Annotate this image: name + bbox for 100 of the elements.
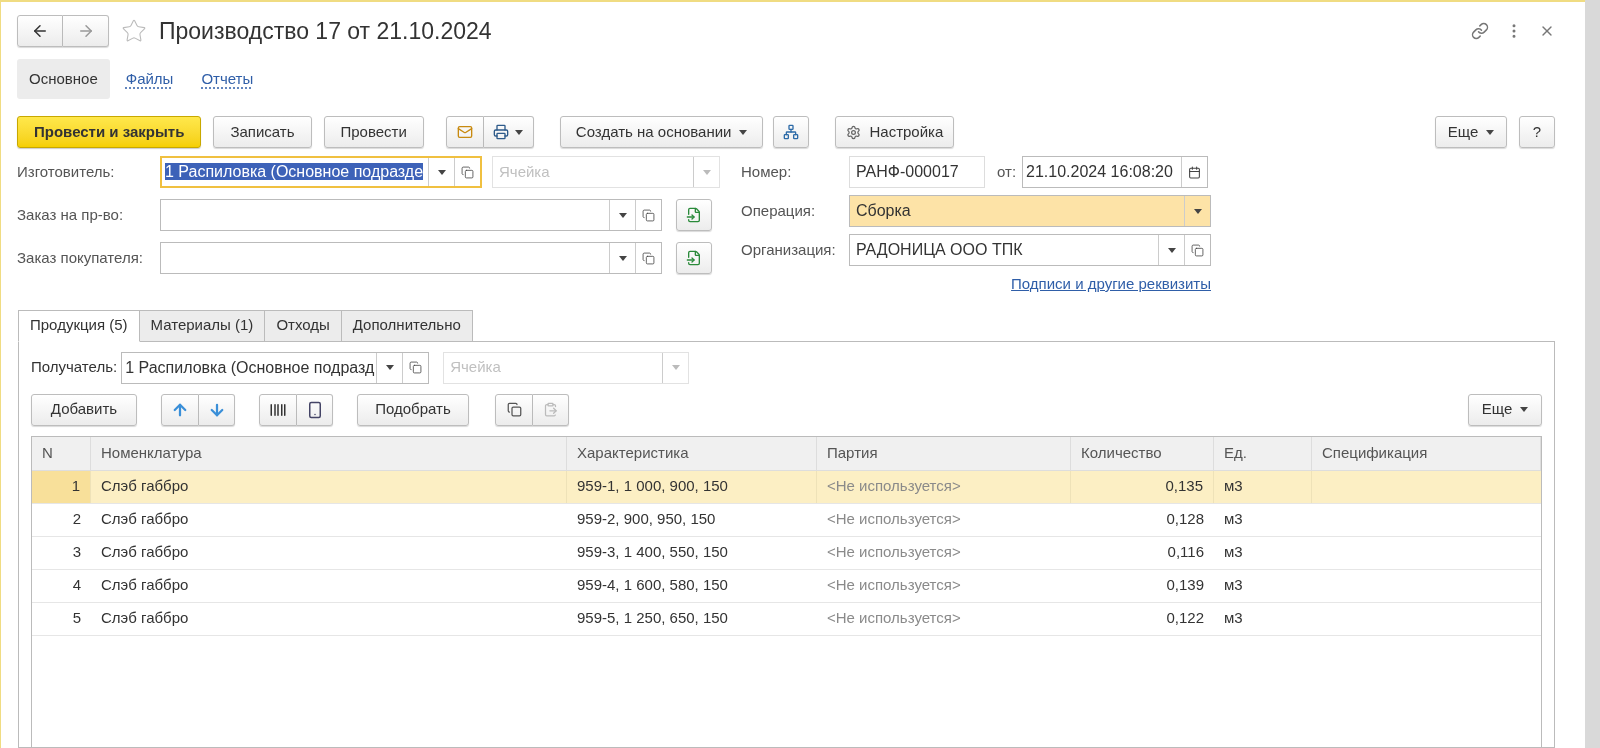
table-cell-text: 5 — [72, 608, 81, 629]
input-field[interactable]: 1 Распиловка (Основное подразде — [160, 156, 482, 188]
section-tab[interactable]: Файлы — [113, 59, 186, 99]
column-header[interactable]: Номенклатура — [91, 436, 567, 470]
calendar-icon[interactable] — [1188, 165, 1202, 179]
table-cell-text: м3 — [1224, 608, 1243, 629]
link-icon[interactable] — [1471, 22, 1489, 40]
back-button[interactable] — [17, 15, 63, 47]
table-cell-text: 959-4, 1 600, 580, 150 — [577, 575, 728, 596]
table-cell-text: <Не используется> — [827, 575, 961, 596]
table-cell-text: <Не используется> — [827, 608, 961, 629]
open-icon — [642, 208, 655, 222]
toolbar-button[interactable]: Провести — [323, 116, 424, 148]
toolbar-button[interactable]: Записать — [213, 116, 312, 148]
organization-field[interactable]: РАДОНИЦА ООО ТПК — [849, 234, 1211, 266]
tab[interactable]: Отходы — [264, 309, 342, 342]
field-value: 1 Распиловка (Основное подразде — [165, 163, 424, 180]
more-button[interactable]: Еще — [1468, 393, 1542, 426]
caret-icon — [1520, 407, 1529, 412]
create-based-on-button[interactable]: Создать на основании — [559, 116, 764, 148]
table-cell-text: 0,135 — [1165, 476, 1203, 497]
more-button[interactable]: Еще — [1435, 116, 1507, 148]
number-field[interactable]: РАНФ-000017 — [849, 156, 985, 188]
date-field[interactable]: 21.10.2024 16:08:20 — [1022, 156, 1209, 188]
pick-button[interactable]: Подобрать — [357, 393, 469, 426]
fill-button[interactable] — [676, 242, 712, 274]
paste-icon — [543, 402, 558, 417]
section-tab[interactable]: Отчеты — [189, 59, 266, 99]
fill-button[interactable] — [676, 199, 712, 231]
column-header[interactable]: Партия — [817, 436, 1071, 470]
caret-icon — [437, 169, 446, 175]
document-arrow-icon — [686, 207, 702, 223]
input-field[interactable] — [160, 199, 662, 231]
column-header[interactable]: Количество — [1071, 436, 1214, 470]
field-label: Изготовитель: — [17, 161, 116, 182]
column-header[interactable]: Характеристика — [567, 436, 817, 470]
table-cell-text: <Не используется> — [827, 476, 961, 497]
copy-icon — [506, 402, 522, 417]
section-tab[interactable]: Основное — [17, 59, 110, 99]
caret-icon — [739, 129, 748, 135]
table-cell-text: м3 — [1224, 509, 1243, 530]
table-cell-text: 3 — [72, 542, 81, 563]
table-cell-text: Слэб габбро — [101, 542, 189, 563]
details-link[interactable]: Подписи и другие реквизиты — [1011, 273, 1211, 296]
table-row[interactable]: 1 Слэб габбро 959-1, 1 000, 900, 150 <Не используется> 0,135 м3 — [32, 470, 1541, 504]
open-icon — [1191, 243, 1204, 257]
caret-icon — [702, 169, 711, 175]
table-cell-text: 0,116 — [1167, 542, 1204, 563]
add-button[interactable]: Добавить — [31, 393, 137, 426]
recipient-field[interactable]: 1 Распиловка (Основное подразд — [121, 351, 430, 384]
table-cell-text: 2 — [72, 509, 81, 530]
field-label: Операция: — [741, 200, 817, 221]
caret-icon — [1486, 129, 1495, 135]
table-cell-text: 959-2, 900, 950, 150 — [577, 509, 716, 530]
star-icon[interactable] — [121, 18, 147, 44]
structure-button[interactable] — [773, 116, 810, 148]
caret-icon — [671, 365, 680, 370]
envelope-icon — [456, 124, 473, 140]
column-header[interactable]: Спецификация — [1312, 436, 1541, 470]
post-and-close-button[interactable]: Провести и закрыть — [17, 116, 202, 148]
tab[interactable]: Материалы (1) — [138, 309, 266, 342]
tab[interactable]: Продукция (5) — [18, 309, 140, 342]
field-label: Организация: — [741, 239, 837, 260]
settings-button[interactable]: Настройка — [835, 116, 955, 148]
email-button[interactable] — [445, 116, 484, 148]
printer-icon — [493, 124, 510, 140]
table-cell-text: 4 — [72, 575, 81, 596]
help-button[interactable]: ? — [1519, 116, 1555, 148]
table-cell-text: 959-3, 1 400, 550, 150 — [577, 542, 728, 563]
copy-button[interactable] — [495, 393, 533, 426]
placeholder-text: Ячейка — [498, 161, 551, 182]
tab[interactable]: Дополнительно — [340, 309, 473, 342]
scanner-button[interactable] — [297, 393, 333, 426]
table-cell-text: Слэб габбро — [101, 575, 189, 596]
caret-icon — [618, 255, 627, 261]
open-icon — [642, 251, 655, 265]
table-cell-text: 0,128 — [1166, 509, 1204, 530]
table-cell-text: 959-5, 1 250, 650, 150 — [577, 608, 728, 629]
print-button[interactable] — [483, 116, 534, 148]
field-label: от: — [997, 161, 1017, 182]
table-cell-text: 959-1, 1 000, 900, 150 — [577, 476, 728, 497]
caret-icon — [618, 212, 627, 218]
field-label: Заказ покупателя: — [17, 247, 144, 268]
input-field[interactable] — [160, 242, 662, 274]
field-label: Номер: — [741, 161, 793, 182]
field-label: Получатель: — [31, 357, 118, 378]
table-cell-text: Слэб габбро — [101, 476, 189, 497]
column-header[interactable]: N — [32, 436, 91, 470]
table-cell-text: <Не используется> — [827, 542, 961, 563]
operation-field[interactable]: Сборка — [849, 195, 1211, 227]
open-icon — [461, 165, 474, 179]
caret-icon — [1167, 247, 1176, 253]
table-cell-text: <Не используется> — [827, 509, 961, 530]
move-down-button[interactable] — [199, 393, 235, 426]
column-header[interactable]: Ед. — [1214, 436, 1312, 470]
window-title: Производство 17 от 21.10.2024 — [159, 16, 492, 46]
hierarchy-icon — [783, 124, 800, 140]
move-up-button[interactable] — [161, 393, 199, 426]
placeholder-text: Ячейка — [449, 357, 502, 378]
barcode-search-button[interactable] — [259, 393, 297, 426]
